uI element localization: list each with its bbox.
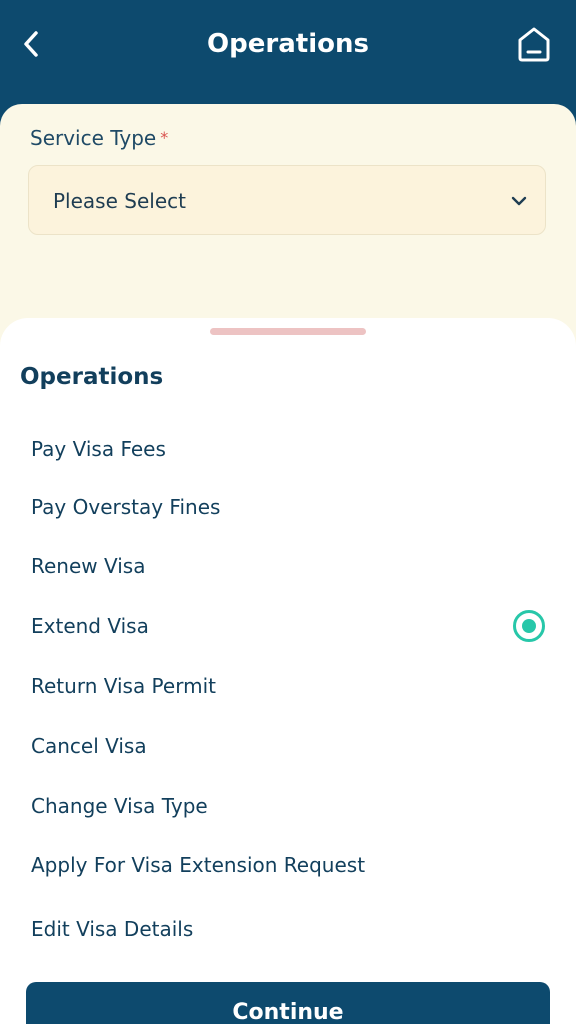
operations-bottom-sheet: Operations Pay Visa Fees Pay Overstay Fi… (0, 318, 576, 1024)
option-label: Apply For Visa Extension Request (31, 853, 366, 877)
option-return-visa-permit[interactable]: Return Visa Permit (0, 658, 576, 714)
option-apply-visa-extension-request[interactable]: Apply For Visa Extension Request (0, 837, 576, 893)
option-extend-visa[interactable]: Extend Visa (0, 598, 576, 654)
option-renew-visa[interactable]: Renew Visa (0, 538, 576, 594)
chevron-down-icon (511, 196, 527, 206)
service-type-select[interactable]: Please Select (28, 165, 546, 235)
required-mark: * (160, 128, 169, 147)
continue-button[interactable]: Continue (26, 982, 550, 1024)
service-type-label: Service Type * (30, 124, 168, 152)
option-pay-visa-fees[interactable]: Pay Visa Fees (0, 421, 576, 477)
option-cancel-visa[interactable]: Cancel Visa (0, 718, 576, 774)
option-label: Renew Visa (31, 554, 146, 578)
option-label: Pay Visa Fees (31, 437, 166, 461)
radio-dot (522, 619, 536, 633)
option-label: Edit Visa Details (31, 917, 194, 941)
selected-radio-icon[interactable] (513, 610, 545, 642)
option-label: Cancel Visa (31, 734, 147, 758)
page-title: Operations (207, 29, 369, 59)
service-type-label-text: Service Type (30, 126, 157, 150)
option-label: Return Visa Permit (31, 674, 216, 698)
option-change-visa-type[interactable]: Change Visa Type (0, 778, 576, 834)
continue-button-label: Continue (232, 1000, 344, 1024)
app-header: Operations (0, 0, 576, 104)
sheet-grabber[interactable] (210, 328, 366, 335)
option-label: Change Visa Type (31, 794, 208, 818)
option-label: Extend Visa (31, 614, 149, 638)
option-edit-visa-details[interactable]: Edit Visa Details (0, 901, 576, 957)
service-type-select-value: Please Select (53, 189, 186, 213)
option-label: Pay Overstay Fines (31, 495, 221, 519)
home-button[interactable] (514, 24, 554, 64)
option-pay-overstay-fines[interactable]: Pay Overstay Fines (0, 479, 576, 535)
sheet-title: Operations (20, 364, 164, 390)
operations-screen: Operations Service Type * Please Select O… (0, 0, 576, 1024)
home-icon (518, 27, 550, 62)
